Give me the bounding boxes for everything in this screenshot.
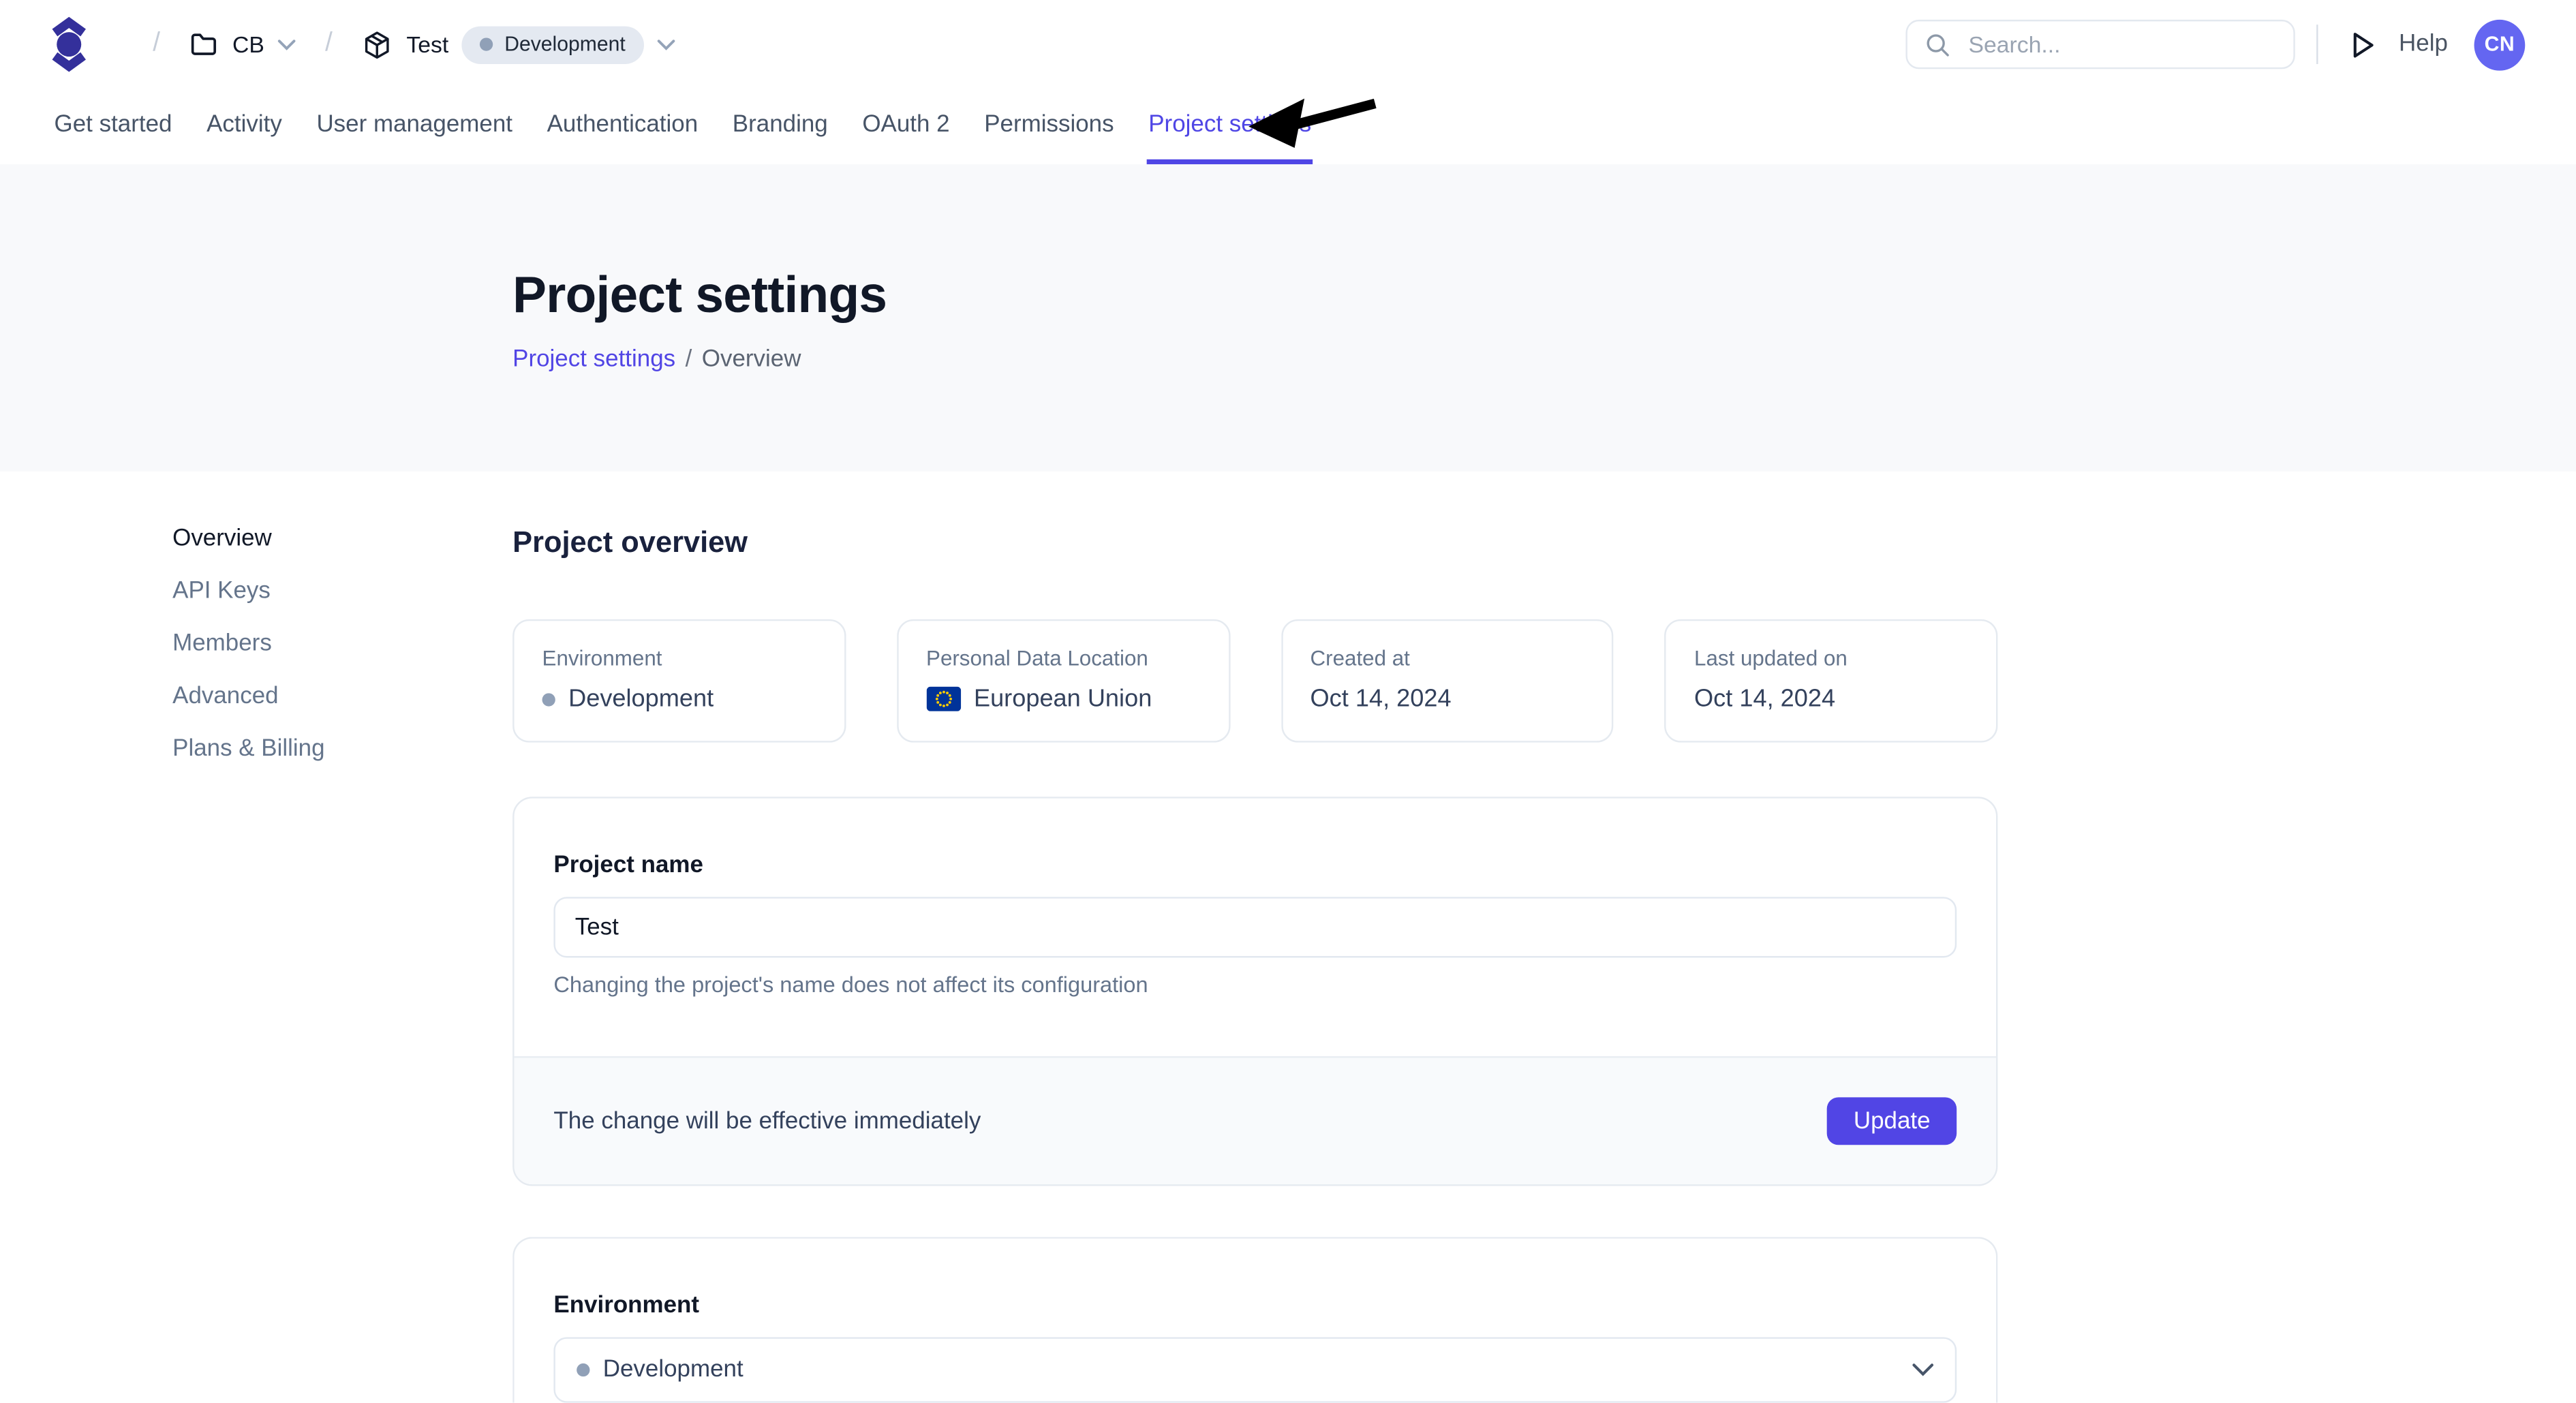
search-box[interactable] <box>1906 20 2295 69</box>
update-button[interactable]: Update <box>1827 1097 1957 1145</box>
info-card-personal-data-location: Personal Data Location <box>897 619 1230 743</box>
info-card-value-row: European Union <box>926 685 1200 713</box>
search-input[interactable] <box>1965 29 2276 59</box>
breadcrumb-current: Overview <box>702 347 801 373</box>
content-area: Overview API Keys Members Advanced Plans… <box>0 472 2576 1403</box>
help-link[interactable]: Help <box>2399 31 2448 58</box>
chevron-down-icon <box>1912 1363 1933 1376</box>
sidebar-item-api-keys[interactable]: API Keys <box>172 575 324 608</box>
info-card-environment: Environment Development <box>512 619 846 743</box>
info-card-value-row: Development <box>542 685 816 713</box>
info-card-label: Environment <box>542 645 816 670</box>
tab-bar: Get started Activity User management Aut… <box>0 89 2576 164</box>
play-icon[interactable] <box>2345 24 2382 65</box>
breadcrumb-link[interactable]: Project settings <box>512 347 675 373</box>
info-card-value-row: Oct 14, 2024 <box>1694 685 1968 713</box>
environment-select[interactable]: Development <box>553 1337 1957 1402</box>
status-dot-icon <box>480 37 493 50</box>
tab-project-settings[interactable]: Project settings <box>1147 89 1313 164</box>
eu-flag-icon <box>926 687 961 711</box>
sidebar-item-overview[interactable]: Overview <box>172 523 324 555</box>
project-name-card-body: Project name Changing the project's name… <box>515 799 1996 1056</box>
page-title: Project settings <box>512 164 2576 325</box>
info-card-value: European Union <box>974 685 1152 713</box>
footer-note: The change will be effective immediately <box>553 1108 981 1135</box>
sidebar-item-members[interactable]: Members <box>172 628 324 660</box>
app-window: / CB / <box>0 0 2576 1349</box>
tab-permissions[interactable]: Permissions <box>983 89 1116 164</box>
info-card-value-row: Oct 14, 2024 <box>1310 685 1584 713</box>
environment-select-value: Development <box>603 1357 743 1383</box>
info-card-last-updated: Last updated on Oct 14, 2024 <box>1665 619 1998 743</box>
tab-oauth-2[interactable]: OAuth 2 <box>861 89 951 164</box>
org-switcher[interactable]: CB <box>189 29 295 59</box>
project-name-card-footer: The change will be effective immediately… <box>515 1056 1996 1184</box>
tab-branding[interactable]: Branding <box>731 89 829 164</box>
settings-sidebar: Overview API Keys Members Advanced Plans… <box>172 523 324 766</box>
status-dot-icon <box>577 1363 589 1376</box>
breadcrumb-separator: / <box>325 29 333 59</box>
topbar-divider <box>2317 25 2318 64</box>
status-dot-icon <box>542 692 555 705</box>
project-name-card: Project name Changing the project's name… <box>512 797 1997 1186</box>
info-card-label: Personal Data Location <box>926 645 1200 670</box>
org-name: CB <box>232 31 264 58</box>
project-switcher[interactable]: Test Development <box>362 25 675 63</box>
tab-get-started[interactable]: Get started <box>52 89 174 164</box>
info-card-created-at: Created at Oct 14, 2024 <box>1281 619 1614 743</box>
folder-icon <box>189 29 219 59</box>
project-name-helper-text: Changing the project's name does not aff… <box>553 972 1957 1056</box>
sidebar-item-plans-billing[interactable]: Plans & Billing <box>172 733 324 765</box>
chevron-down-icon <box>277 39 296 50</box>
project-name: Test <box>406 31 448 58</box>
environment-label: Environment <box>553 1293 1957 1319</box>
tab-activity[interactable]: Activity <box>205 89 284 164</box>
page-header: Project settings Project settings / Overvi… <box>0 164 2576 472</box>
info-card-value: Oct 14, 2024 <box>1310 685 1452 713</box>
environment-badge: Development <box>462 25 644 63</box>
info-card-value: Oct 14, 2024 <box>1694 685 1835 713</box>
environment-badge-label: Development <box>504 33 626 56</box>
breadcrumb-separator: / <box>686 347 692 373</box>
top-bar: / CB / <box>0 0 2576 89</box>
app-logo-icon[interactable] <box>51 16 87 72</box>
project-name-input[interactable] <box>553 897 1957 957</box>
info-card-row: Environment Development Personal Data Lo… <box>512 619 1997 743</box>
environment-card-body: Environment Development <box>515 1239 1996 1403</box>
environment-select-value-row: Development <box>577 1357 743 1383</box>
sidebar-item-advanced[interactable]: Advanced <box>172 680 324 713</box>
breadcrumb-separator: / <box>153 29 160 59</box>
chevron-down-icon <box>657 39 675 50</box>
main-panel: Project overview Environment Development… <box>512 472 1997 1403</box>
header: / CB / <box>0 0 2576 164</box>
tab-user-management[interactable]: User management <box>315 89 514 164</box>
search-icon <box>1926 32 1950 57</box>
section-title: Project overview <box>512 525 1997 560</box>
breadcrumb: Project settings / Overview <box>512 347 2576 373</box>
info-card-label: Last updated on <box>1694 645 1968 670</box>
info-card-label: Created at <box>1310 645 1584 670</box>
package-icon <box>362 29 393 60</box>
info-card-value: Development <box>568 685 714 713</box>
tab-authentication[interactable]: Authentication <box>545 89 699 164</box>
avatar[interactable]: CN <box>2474 19 2526 70</box>
project-name-label: Project name <box>553 852 1957 879</box>
environment-card: Environment Development <box>512 1237 1997 1402</box>
